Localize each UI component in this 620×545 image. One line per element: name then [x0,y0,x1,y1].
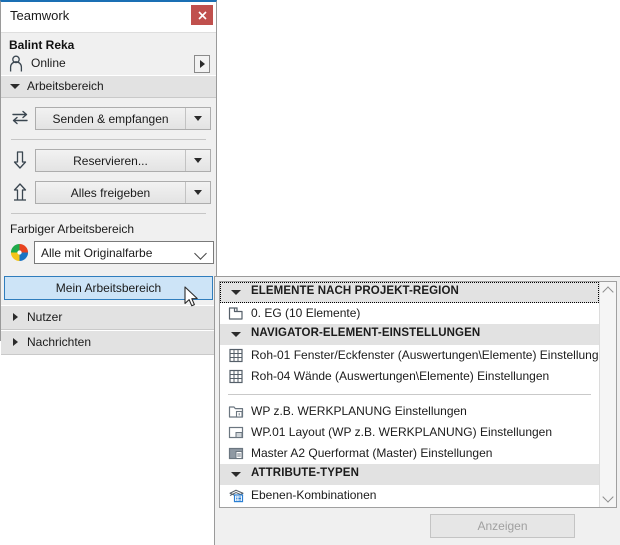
tree-item-label: Master A2 Querformat (Master) Einstellun… [251,446,493,460]
chevron-down-icon [602,491,614,503]
color-mode-value: Alle mit Originalfarbe [41,246,153,260]
reserve-row: Reservieren... [1,146,216,176]
tree-item-row[interactable]: WP.01 Layout (WP z.B. WERKPLANUNG) Einst… [220,422,599,443]
reserve-dropdown-arrow[interactable] [185,150,210,171]
schedule-grid-icon [229,348,243,363]
tree-list-container: ELEMENTE NACH PROJEKT-REGION 0. EG (10 E… [219,281,617,508]
story-plan-icon [228,307,243,320]
tree-item-row[interactable]: Ebenen-Kombinationen [220,485,599,506]
tree-item-row[interactable]: 0. EG (10 Elemente) [220,303,599,324]
accordion-nachrichten-label: Nachrichten [27,335,92,349]
reserved-elements-panel: ELEMENTE NACH PROJEKT-REGION 0. EG (10 E… [214,276,620,545]
close-button[interactable] [191,5,213,25]
tree-item-row[interactable]: Roh-04 Wände (Auswertungen\Elemente) Ein… [220,366,599,387]
arrow-down-icon [13,151,27,169]
window-title: Teamwork [10,8,70,23]
chevron-up-icon [602,286,614,298]
layout-icon [228,426,244,439]
user-name: Balint Reka [9,38,75,52]
person-icon [9,55,23,72]
chevron-down-icon [231,332,241,337]
show-button[interactable]: Anzeigen [430,514,575,538]
panel-footer: Anzeigen Alles freigeben [215,507,620,545]
accordion-nachrichten[interactable]: Nachrichten [1,330,216,355]
tree-group-label: NAVIGATOR-ELEMENT-EINSTELLUNGEN [251,327,481,339]
section-header-arbeitsbereich[interactable]: Arbeitsbereich [1,75,216,98]
scroll-up-button[interactable] [600,282,616,299]
tree-item-row[interactable]: Roh-01 Fenster/Eckfenster (Auswertungen\… [220,345,612,366]
accordion-nutzer[interactable]: Nutzer [1,305,216,330]
color-wheel-icon [10,243,29,262]
workspace-body: Senden & empfangen Reservieren... Alles … [1,98,216,300]
tree-scrollbar[interactable] [599,282,616,507]
screen-root: Teamwork Balint Reka Online Arbeitsberei… [0,0,620,545]
triangle-right-icon [199,60,205,68]
chevron-down-icon [194,190,202,195]
chevron-down-icon [231,472,241,477]
divider [11,213,206,214]
my-workspace-button[interactable]: Mein Arbeitsbereich [4,276,213,300]
divider [11,139,206,140]
send-receive-label: Senden & empfangen [52,111,169,126]
scroll-down-button[interactable] [600,490,616,507]
release-all-dropdown-arrow[interactable] [185,182,210,203]
tree-item-label: WP.01 Layout (WP z.B. WERKPLANUNG) Einst… [251,425,553,439]
teamwork-palette-window: Teamwork Balint Reka Online Arbeitsberei… [0,0,217,355]
tree-item-label: Roh-01 Fenster/Eckfenster (Auswertungen\… [251,348,612,362]
tree-item-label: Ebenen-Kombinationen [251,488,377,502]
tree-group-row[interactable]: ATTRIBUTE-TYPEN [220,464,599,485]
colored-workspace-row: Alle mit Originalfarbe [1,240,216,268]
accordion-nutzer-label: Nutzer [27,310,63,324]
user-status-label: Online [31,56,66,70]
folder-subset-icon [228,406,244,418]
user-block: Balint Reka Online [1,33,216,75]
send-receive-button[interactable]: Senden & empfangen [35,107,211,130]
layer-combinations-icon [229,489,244,503]
tree-divider [228,394,591,395]
release-all-row: Alles freigeben [1,178,216,208]
send-receive-row: Senden & empfangen [1,104,216,134]
reserve-button[interactable]: Reservieren... [35,149,211,172]
chevron-down-icon [194,116,202,121]
tree-item-label: WP z.B. WERKPLANUNG Einstellungen [251,404,467,418]
tree-group-label: ELEMENTE NACH PROJEKT-REGION [251,285,459,297]
chevron-down-icon [10,84,20,89]
color-mode-select[interactable]: Alle mit Originalfarbe [34,241,214,264]
chevron-down-icon [194,247,207,260]
arrow-up-release-icon [13,183,27,201]
user-status-row: Online [1,53,216,75]
master-layout-icon [228,447,244,460]
release-all-label: Alles freigeben [70,185,151,200]
tree-list: ELEMENTE NACH PROJEKT-REGION 0. EG (10 E… [220,282,612,507]
chevron-down-icon [194,158,202,163]
tree-item-label: 0. EG (10 Elemente) [251,306,361,320]
tree-group-label: ATTRIBUTE-TYPEN [251,467,359,479]
triangle-right-icon [13,313,18,321]
tree-item-label: Roh-04 Wände (Auswertungen\Elemente) Ein… [251,369,550,383]
tree-item-row[interactable]: Master A2 Querformat (Master) Einstellun… [220,443,599,464]
tree-item-row[interactable]: WP z.B. WERKPLANUNG Einstellungen [220,401,599,422]
colored-workspace-label: Farbiger Arbeitsbereich [10,222,135,236]
section-header-label: Arbeitsbereich [27,79,104,93]
window-titlebar: Teamwork [1,2,216,33]
user-status-menu-button[interactable] [194,55,210,73]
tree-group-row[interactable]: ELEMENTE NACH PROJEKT-REGION [220,282,599,303]
release-all-button[interactable]: Alles freigeben [35,181,211,204]
chevron-down-icon [231,290,241,295]
tree-group-row[interactable]: NAVIGATOR-ELEMENT-EINSTELLUNGEN [220,324,599,345]
send-receive-dropdown-arrow[interactable] [185,108,210,129]
reserve-label: Reservieren... [73,153,148,168]
close-icon [197,10,207,20]
send-receive-arrows-icon [12,110,28,125]
triangle-right-icon [13,338,18,346]
schedule-grid-icon [229,369,243,384]
